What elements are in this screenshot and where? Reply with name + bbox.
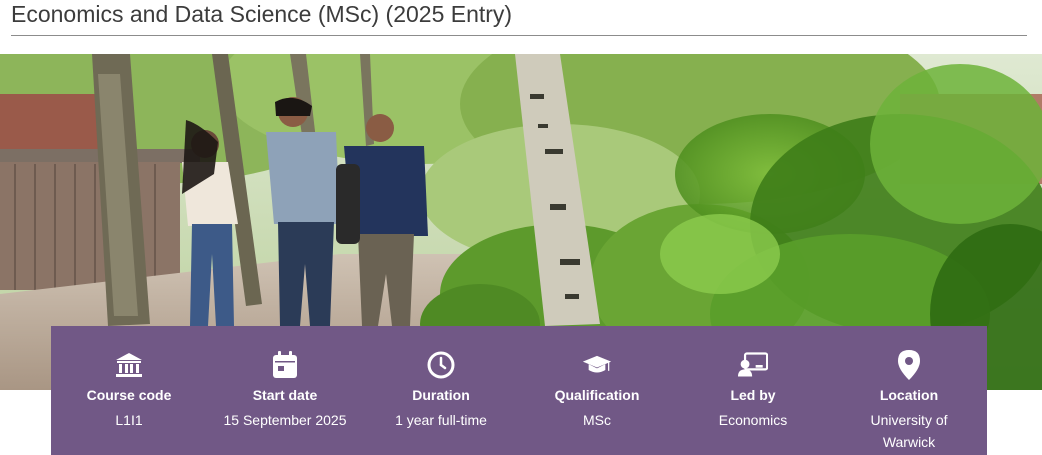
start-date-label: Start date: [252, 387, 318, 403]
course-info-bar: Course code L1I1 Start date 15 September…: [51, 326, 987, 455]
led-by-label: Led by: [730, 387, 776, 403]
info-start-date: Start date 15 September 2025: [207, 326, 363, 455]
qualification-value: MSc: [583, 412, 611, 428]
info-qualification: Qualification MSc: [519, 326, 675, 455]
course-page: Economics and Data Science (MSc) (2025 E…: [0, 0, 1042, 455]
duration-value: 1 year full-time: [395, 412, 487, 428]
page-title: Economics and Data Science (MSc) (2025 E…: [11, 1, 513, 27]
info-duration: Duration 1 year full-time: [363, 326, 519, 455]
course-code-value: L1I1: [115, 412, 143, 428]
location-label: Location: [879, 387, 939, 403]
info-location: Location University of Warwick: [831, 326, 987, 455]
map-pin-icon: [894, 350, 924, 380]
course-code-label: Course code: [86, 387, 172, 403]
info-course-code: Course code L1I1: [51, 326, 207, 455]
location-value: University of Warwick: [870, 412, 948, 450]
graduation-cap-icon: [582, 350, 612, 380]
info-led-by: Led by Economics: [675, 326, 831, 455]
presenter-icon: [738, 350, 768, 380]
institution-icon: [114, 350, 144, 380]
led-by-value: Economics: [718, 412, 788, 428]
clock-icon: [426, 350, 456, 380]
duration-label: Duration: [412, 387, 470, 403]
calendar-icon: [270, 350, 300, 380]
start-date-value: 15 September 2025: [223, 412, 347, 428]
title-divider: [11, 35, 1027, 36]
qualification-label: Qualification: [554, 387, 640, 403]
